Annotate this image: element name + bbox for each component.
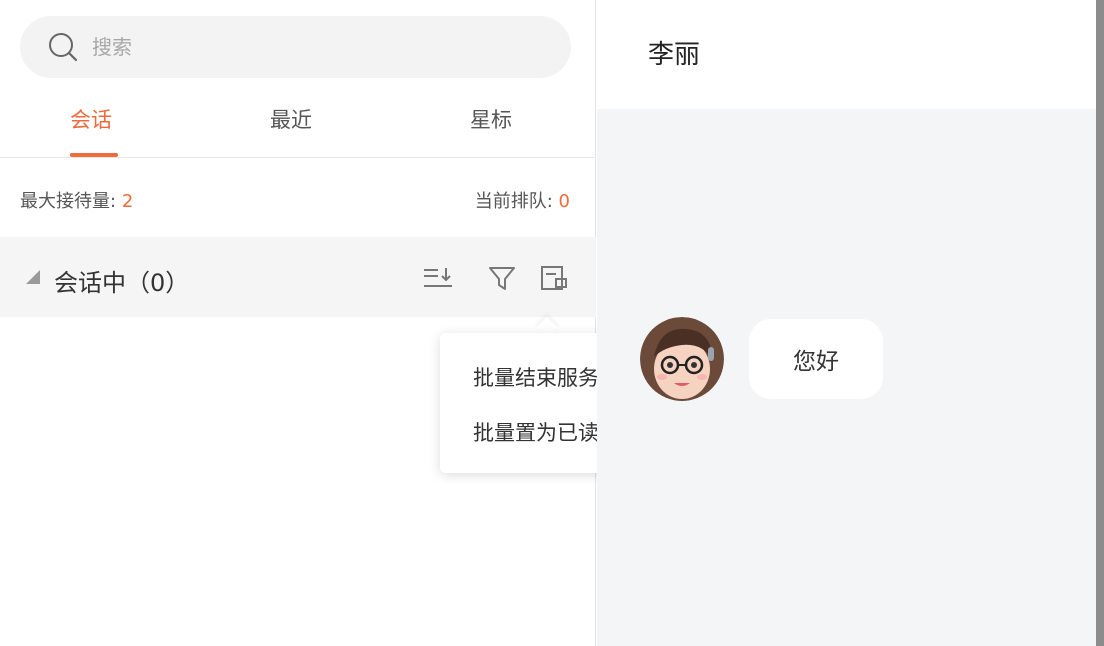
- active-tab-indicator: [70, 153, 118, 157]
- avatar[interactable]: [640, 317, 724, 401]
- contact-name: 李丽: [648, 40, 701, 70]
- chat-header: 李丽: [597, 0, 1096, 109]
- current-queue-label: 当前排队:: [474, 191, 553, 212]
- sort-icon[interactable]: [422, 262, 454, 294]
- collapse-triangle-icon[interactable]: [26, 270, 40, 284]
- batch-icon[interactable]: [538, 262, 570, 294]
- window-edge-scrollbar[interactable]: [1096, 0, 1104, 646]
- search-input[interactable]: [92, 35, 472, 59]
- max-reception: 最大接待量: 2: [20, 187, 133, 213]
- message-text: 您好: [793, 349, 839, 375]
- stats-bar: 最大接待量: 2 当前排队: 0: [0, 170, 596, 230]
- search-icon: [46, 30, 80, 64]
- group-title: 会话中（0）: [54, 269, 190, 297]
- batch-mark-read[interactable]: 批量置为已读: [473, 417, 599, 447]
- max-reception-value: 2: [121, 191, 134, 212]
- tab-starred[interactable]: 星标: [470, 104, 512, 134]
- group-header-in-session[interactable]: 会话中（0）: [0, 237, 596, 317]
- current-queue-value: 0: [558, 191, 570, 212]
- search-box[interactable]: [20, 16, 571, 78]
- filter-icon[interactable]: [486, 262, 518, 294]
- max-reception-label: 最大接待量:: [20, 191, 117, 212]
- tab-conversations[interactable]: 会话: [70, 104, 112, 134]
- tab-recent[interactable]: 最近: [270, 104, 312, 134]
- current-queue: 当前排队: 0: [475, 187, 570, 213]
- conversation-panel: 会话 最近 星标 最大接待量: 2 当前排队: 0 会话中（0）: [0, 0, 596, 646]
- batch-end-service[interactable]: 批量结束服务: [473, 362, 599, 392]
- message-bubble: 您好: [749, 319, 883, 399]
- tab-bar: 会话 最近 星标: [0, 96, 596, 158]
